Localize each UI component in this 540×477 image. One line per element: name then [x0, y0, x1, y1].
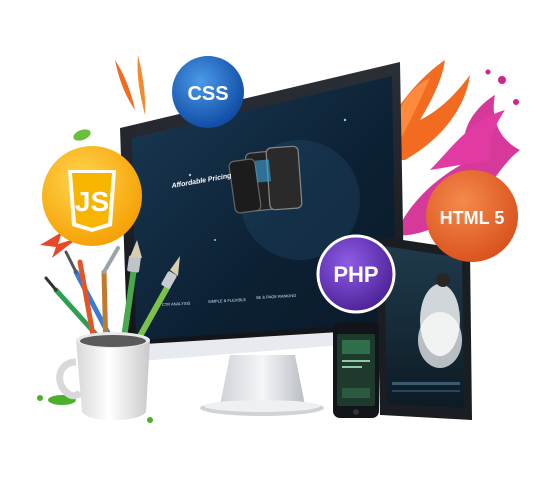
smartphone-device: [333, 322, 379, 418]
css-label: CSS: [187, 83, 228, 105]
web-development-illustration: Affordable Pricing CTR ANALYSIS SIMPLE &…: [37, 55, 520, 423]
html5-label: HTML 5: [440, 208, 505, 228]
php-badge: PHP: [316, 234, 396, 314]
html5-badge: HTML 5: [426, 170, 518, 262]
js-label: JS: [75, 186, 109, 217]
js-badge: JS: [42, 146, 142, 246]
css-badge: CSS: [172, 56, 244, 128]
php-label: PHP: [333, 262, 378, 287]
